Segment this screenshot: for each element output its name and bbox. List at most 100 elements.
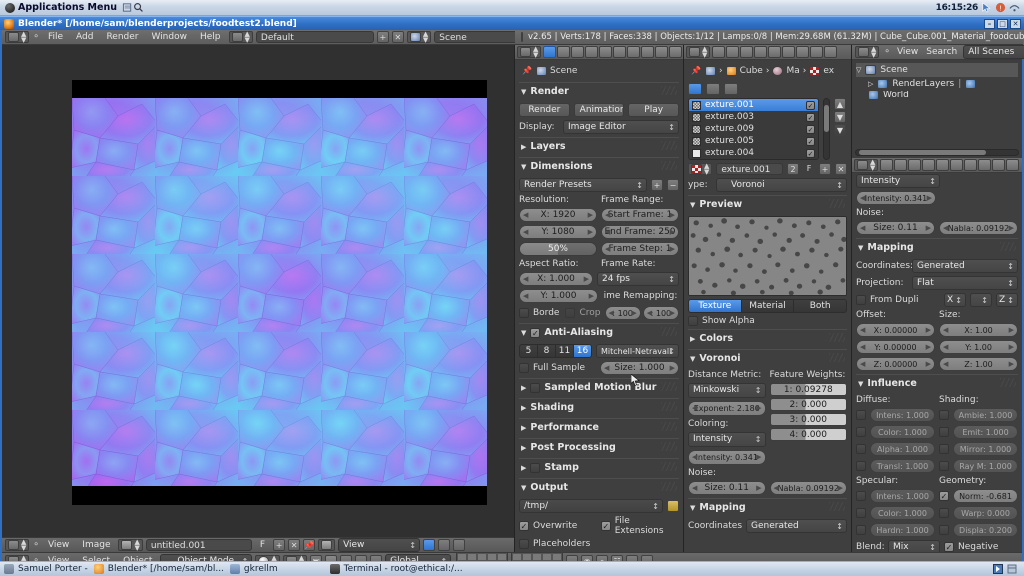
texture-slot-0[interactable]: exture.001: [689, 99, 818, 111]
noise-size-field[interactable]: ◀ Size: 0.11 ▶: [688, 481, 766, 495]
taskbar-item-0[interactable]: Samuel Porter -: [4, 564, 88, 574]
projection-dropdown[interactable]: Flat: [912, 276, 1018, 290]
texture-slot-3[interactable]: exture.005: [689, 135, 818, 147]
pin-icon[interactable]: 📌: [521, 65, 533, 77]
move-slot-up-button[interactable]: ▲: [834, 98, 846, 110]
tab-object-icon[interactable]: [768, 46, 782, 58]
aa-sample-11[interactable]: 11: [555, 344, 573, 358]
mapping-axis-z-dropdown[interactable]: Z: [996, 293, 1018, 307]
nabla-field[interactable]: ◀ Nabla: 0.09192 ▶: [769, 481, 847, 495]
maximize-button[interactable]: □: [997, 18, 1008, 29]
specular-hardness-checkbox[interactable]: [856, 525, 866, 535]
breadcrumb-material[interactable]: Ma: [786, 66, 799, 76]
output-path-field[interactable]: /tmp/: [519, 499, 663, 513]
display-channels-color-icon[interactable]: [423, 539, 436, 551]
diffuse-alpha-field[interactable]: Alpha: 1.000: [870, 442, 935, 456]
section-shading[interactable]: ▶ Shading: [519, 398, 679, 416]
menu-file[interactable]: File: [43, 32, 68, 42]
image-name-field[interactable]: untitled.001: [145, 539, 252, 551]
outliner-display-mode-dropdown[interactable]: All Scenes: [963, 45, 1024, 59]
geometry-normal-field[interactable]: Norm: -0.681: [953, 489, 1018, 503]
size-y-field[interactable]: ◀ Y: 1.00 ▶: [939, 340, 1018, 354]
tab-render-layers-icon[interactable]: [557, 46, 571, 58]
applications-menu-button[interactable]: Applications Menu: [0, 0, 122, 16]
texture-name-field[interactable]: exture.001: [716, 163, 783, 175]
section-dimensions[interactable]: ▼ Dimensions: [519, 157, 679, 175]
diffuse-intensity-checkbox[interactable]: [856, 410, 866, 420]
texture-context-material-icon[interactable]: [688, 83, 702, 95]
geometry-warp-checkbox[interactable]: [939, 508, 949, 518]
diffuse-color-field[interactable]: Color: 1.000: [870, 425, 935, 439]
intensity-field[interactable]: ◀ Intensity: 0.341 ▶: [856, 191, 936, 205]
workspace-switcher-icon[interactable]: [993, 564, 1003, 574]
start-frame-field[interactable]: ◀ Start Frame: 1 ▶: [601, 208, 679, 222]
display-dropdown[interactable]: Image Editor: [563, 120, 679, 134]
folder-browse-icon[interactable]: [667, 500, 679, 512]
shading-mirror-field[interactable]: Mirror: 1.000: [953, 442, 1018, 456]
unlink-image-button[interactable]: ✕: [288, 539, 301, 551]
overwrite-checkbox[interactable]: Overwrite: [519, 521, 597, 531]
animation-button[interactable]: Animation: [573, 103, 625, 117]
outliner-horizontal-scrollbar[interactable]: [855, 149, 1019, 156]
specular-color-checkbox[interactable]: [856, 508, 866, 518]
shading-raymirror-field[interactable]: Ray M: 1.000: [953, 459, 1018, 473]
shading-emit-checkbox[interactable]: [939, 427, 949, 437]
play-button[interactable]: Play: [628, 103, 680, 117]
aspect-x-field[interactable]: ◀ X: 1.000 ▶: [519, 272, 593, 286]
section-mapping[interactable]: ▼ Mapping: [688, 498, 847, 516]
shading-emit-field[interactable]: Emit: 1.000: [953, 425, 1018, 439]
full-sample-checkbox[interactable]: Full Sample: [519, 363, 596, 373]
texture-list-scrollbar[interactable]: [823, 98, 830, 160]
texture-slot-1[interactable]: exture.003: [689, 111, 818, 123]
outliner-item-scene[interactable]: ▽ Scene: [856, 63, 1018, 77]
expand-toggle-icon[interactable]: ▷: [868, 80, 873, 88]
search-icon[interactable]: [133, 2, 144, 13]
coordinates-dropdown[interactable]: Generated: [912, 259, 1018, 273]
menu-window[interactable]: Window: [146, 32, 192, 42]
offset-z-field[interactable]: ◀ Z: 0.00000 ▶: [856, 357, 935, 371]
tab-object-icon[interactable]: [936, 159, 950, 171]
texture-enabled-checkbox[interactable]: [806, 112, 815, 122]
delete-layout-button[interactable]: ✕: [391, 31, 404, 43]
texture-users-count[interactable]: 2: [787, 163, 799, 175]
tab-data-icon[interactable]: [641, 46, 655, 58]
tab-world-icon[interactable]: [754, 46, 768, 58]
menu-add[interactable]: Add: [71, 32, 98, 42]
updates-icon[interactable]: !: [995, 2, 1006, 13]
image-menu-image[interactable]: Image: [77, 540, 115, 550]
anti-aliasing-checkbox[interactable]: [530, 327, 541, 338]
texture-slot-2[interactable]: exture.009: [689, 123, 818, 135]
pin-icon[interactable]: 📌: [690, 65, 702, 77]
tab-world-icon[interactable]: [585, 46, 599, 58]
tab-texture-icon[interactable]: [810, 46, 824, 58]
collapse-menu-icon[interactable]: ⚬: [883, 47, 891, 57]
files-icon[interactable]: [122, 2, 133, 13]
preview-tabs-segmented[interactable]: Texture Material Both: [688, 299, 848, 313]
exponent-field[interactable]: ◀ Exponent: 2.180 ▶: [688, 401, 766, 416]
feature-weight-3[interactable]: 3: 0.000: [769, 413, 847, 426]
size-x-field[interactable]: ◀ X: 1.00 ▶: [939, 323, 1018, 337]
window-titlebar[interactable]: Blender* [/home/sam/blenderprojects/food…: [0, 16, 1024, 30]
file-extensions-checkbox[interactable]: File Extensions: [601, 516, 679, 536]
tab-modifiers-icon[interactable]: [950, 159, 964, 171]
close-button[interactable]: ✕: [1010, 18, 1021, 29]
aa-filter-dropdown[interactable]: Mitchell-Netravali: [596, 344, 679, 358]
section-anti-aliasing[interactable]: ▼ Anti-Aliasing: [519, 323, 679, 341]
offset-y-field[interactable]: ◀ Y: 0.00000 ▶: [856, 340, 935, 354]
tab-world-icon[interactable]: [922, 159, 936, 171]
texture-slot-4[interactable]: exture.004: [689, 147, 818, 159]
end-frame-field[interactable]: ◀ End Frame: 250 ▶: [601, 225, 679, 239]
placeholders-checkbox[interactable]: Placeholders: [519, 539, 590, 549]
tab-data-icon[interactable]: [964, 159, 978, 171]
network-icon[interactable]: [1009, 2, 1020, 13]
outliner-menu-search[interactable]: Search: [924, 47, 959, 57]
texture-context-brush-icon[interactable]: [724, 83, 738, 95]
display-channels-zbuffer-icon[interactable]: [453, 539, 466, 551]
section-stamp[interactable]: ▶ Stamp: [519, 458, 679, 476]
scene-icon-box[interactable]: ▲ ▼: [406, 31, 432, 44]
new-image-button[interactable]: +: [273, 539, 286, 551]
tab-scene-icon[interactable]: [740, 46, 754, 58]
intensity-field[interactable]: ◀ Intensity: 0.341 ▶: [688, 450, 766, 465]
section-sampled-motion-blur[interactable]: ▶ Sampled Motion Blur: [519, 378, 679, 396]
geometry-displace-field[interactable]: Displa: 0.200: [953, 523, 1018, 537]
